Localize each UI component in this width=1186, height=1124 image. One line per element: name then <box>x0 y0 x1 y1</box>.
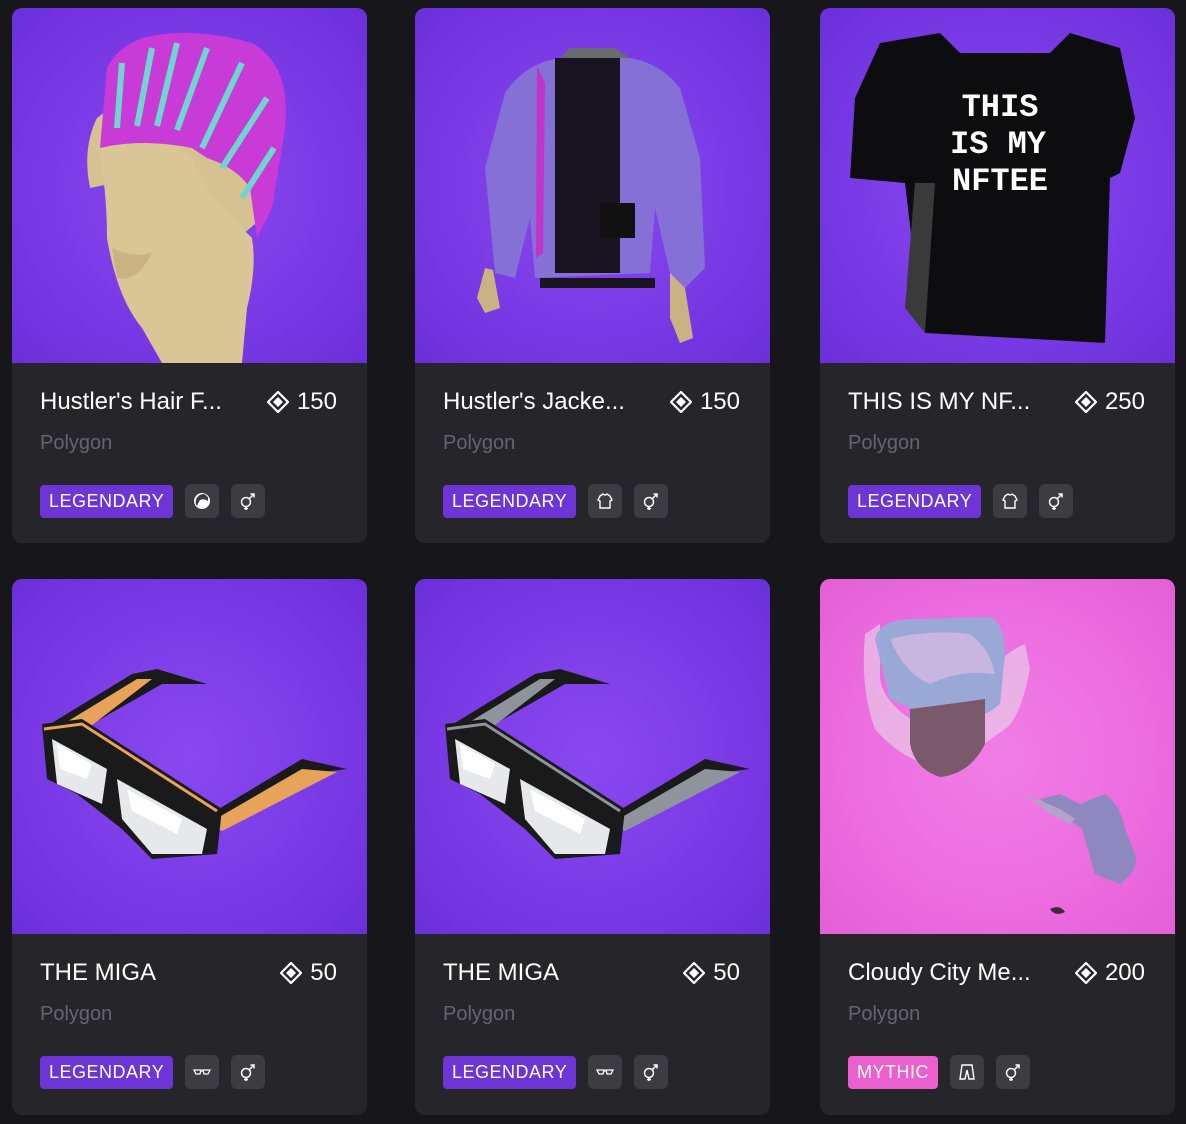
wearable-card[interactable]: Hustler's Jacke... 150 Polygon LEGENDARY <box>415 8 770 543</box>
mana-icon <box>683 962 706 984</box>
item-network: Polygon <box>848 1003 921 1025</box>
item-tags: LEGENDARY <box>443 484 669 518</box>
item-price: 250 <box>1074 388 1145 416</box>
rarity-badge: LEGENDARY <box>40 1055 174 1089</box>
unisex-icon <box>634 1055 669 1089</box>
mana-icon <box>266 391 289 413</box>
item-price: 150 <box>669 388 740 416</box>
item-network: Polygon <box>443 1003 516 1025</box>
item-title: THE MIGA <box>40 959 157 986</box>
item-network: Polygon <box>40 1003 113 1025</box>
item-price: 50 <box>683 959 740 987</box>
item-title: Hustler's Jacke... <box>443 388 625 415</box>
item-tags: MYTHIC <box>848 1055 1030 1089</box>
rarity-badge: LEGENDARY <box>443 484 577 518</box>
item-tags: LEGENDARY <box>40 1055 266 1089</box>
item-thumbnail <box>12 579 367 934</box>
unisex-icon <box>231 1055 266 1089</box>
wearable-card[interactable]: Cloudy City Me... 200 Polygon MYTHIC <box>820 579 1175 1115</box>
shirt-text-line: THIS <box>962 89 1039 126</box>
wearable-card[interactable]: THIS IS MY NFTEE THIS IS MY NF... 250 Po… <box>820 8 1175 543</box>
item-thumbnail <box>415 579 770 934</box>
rarity-badge: LEGENDARY <box>443 1055 577 1089</box>
glasses-gray-preview-image <box>445 669 750 859</box>
item-title: Cloudy City Me... <box>848 959 1031 986</box>
item-network: Polygon <box>848 432 921 454</box>
eyewear-icon <box>588 1055 623 1089</box>
item-network: Polygon <box>40 432 113 454</box>
item-title: THE MIGA <box>443 959 560 986</box>
wearable-card[interactable]: THE MIGA 50 Polygon LEGENDARY <box>12 579 367 1115</box>
price-value: 250 <box>1104 388 1145 415</box>
mana-icon <box>1074 962 1097 984</box>
hair-icon <box>185 484 220 518</box>
item-tags: LEGENDARY <box>443 1055 669 1089</box>
rarity-badge: LEGENDARY <box>40 484 174 518</box>
shirt-text-line: NFTEE <box>952 163 1048 200</box>
upper-body-icon <box>588 484 623 518</box>
unisex-icon <box>634 484 669 518</box>
mana-icon <box>1074 391 1097 413</box>
item-title: THIS IS MY NF... <box>848 388 1031 415</box>
upper-body-icon <box>993 484 1028 518</box>
wearable-card[interactable]: THE MIGA 50 Polygon LEGENDARY <box>415 579 770 1115</box>
item-tags: LEGENDARY <box>40 484 266 518</box>
unisex-icon <box>1039 484 1074 518</box>
price-value: 150 <box>296 388 337 415</box>
jacket-preview-image <box>477 48 705 343</box>
item-tags: LEGENDARY <box>848 484 1074 518</box>
shirt-text-line: IS MY <box>950 126 1047 163</box>
item-thumbnail: THIS IS MY NFTEE <box>820 8 1175 363</box>
item-thumbnail <box>12 8 367 363</box>
price-value: 50 <box>713 959 740 986</box>
unisex-icon <box>231 484 266 518</box>
rarity-badge: MYTHIC <box>848 1055 938 1089</box>
eyewear-icon <box>185 1055 220 1089</box>
item-network: Polygon <box>443 432 516 454</box>
item-price: 200 <box>1074 959 1145 987</box>
price-value: 200 <box>1104 959 1145 986</box>
lower-body-icon <box>950 1055 984 1089</box>
item-price: 50 <box>280 959 337 987</box>
price-value: 50 <box>310 959 337 986</box>
cloudy-city-preview-image <box>863 617 1136 914</box>
mana-icon <box>669 391 692 413</box>
glasses-orange-preview-image <box>42 669 347 859</box>
hair-preview-image <box>87 33 286 363</box>
item-thumbnail <box>820 579 1175 934</box>
price-value: 150 <box>699 388 740 415</box>
item-thumbnail <box>415 8 770 363</box>
item-price: 150 <box>266 388 337 416</box>
rarity-badge: LEGENDARY <box>848 484 982 518</box>
wearables-grid: Hustler's Hair F... 150 Polygon LEGENDAR… <box>0 0 1186 1124</box>
unisex-icon <box>996 1055 1030 1089</box>
mana-icon <box>280 962 303 984</box>
tshirt-preview-image: THIS IS MY NFTEE <box>850 33 1135 343</box>
wearable-card[interactable]: Hustler's Hair F... 150 Polygon LEGENDAR… <box>12 8 367 543</box>
item-title: Hustler's Hair F... <box>40 388 222 415</box>
